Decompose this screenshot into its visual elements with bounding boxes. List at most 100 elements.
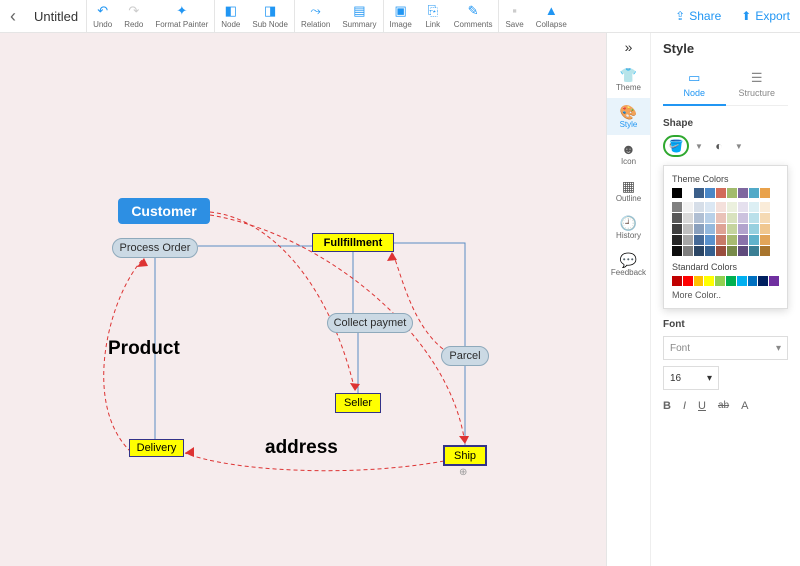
doc-title[interactable]: Untitled [26, 9, 86, 24]
node-process-order[interactable]: Process Order [112, 238, 198, 258]
color-swatch[interactable] [758, 276, 768, 286]
color-swatch[interactable] [694, 188, 704, 198]
color-swatch[interactable] [716, 213, 726, 223]
font-size-select[interactable]: 16▾ [663, 366, 719, 390]
color-swatch[interactable] [672, 202, 682, 212]
color-swatch[interactable] [738, 224, 748, 234]
color-swatch[interactable] [738, 188, 748, 198]
color-swatch[interactable] [672, 276, 682, 286]
italic-button[interactable]: I [683, 400, 686, 412]
label-product[interactable]: Product [108, 338, 180, 360]
add-child-handle[interactable]: ⊕ [459, 467, 467, 478]
color-swatch[interactable] [726, 276, 736, 286]
subnode-button[interactable]: ◨Sub Node [246, 0, 294, 33]
color-swatch[interactable] [748, 276, 758, 286]
color-swatch[interactable] [738, 202, 748, 212]
color-swatch[interactable] [704, 276, 714, 286]
rail-feedback[interactable]: 💬Feedback [607, 246, 651, 283]
color-swatch[interactable] [683, 213, 693, 223]
rail-icon[interactable]: ☻Icon [607, 135, 651, 172]
color-swatch[interactable] [760, 202, 770, 212]
save-button[interactable]: ▪Save [499, 0, 529, 33]
color-swatch[interactable] [694, 224, 704, 234]
rail-style[interactable]: 🎨Style [607, 98, 651, 135]
fill-color-button[interactable]: 🪣 [663, 135, 689, 157]
color-swatch[interactable] [672, 213, 682, 223]
collapse-button[interactable]: ▲Collapse [530, 0, 573, 33]
node-ship[interactable]: Ship [444, 446, 486, 465]
color-swatch[interactable] [749, 235, 759, 245]
font-family-select[interactable]: Font▾ [663, 336, 788, 360]
bold-button[interactable]: B [663, 400, 671, 412]
color-swatch[interactable] [716, 188, 726, 198]
color-swatch[interactable] [727, 246, 737, 256]
color-swatch[interactable] [760, 188, 770, 198]
color-swatch[interactable] [738, 213, 748, 223]
color-swatch[interactable] [694, 202, 704, 212]
color-swatch[interactable] [738, 246, 748, 256]
export-button[interactable]: ⬆Export [731, 9, 800, 23]
color-swatch[interactable] [749, 246, 759, 256]
color-swatch[interactable] [760, 235, 770, 245]
comments-button[interactable]: ✎Comments [448, 0, 499, 33]
rail-history[interactable]: 🕘History [607, 209, 651, 246]
label-address[interactable]: address [265, 437, 338, 459]
stroke-color-button[interactable]: ◐ [709, 137, 729, 155]
color-swatch[interactable] [727, 235, 737, 245]
color-swatch[interactable] [705, 202, 715, 212]
fill-caret-icon[interactable]: ▼ [695, 142, 703, 151]
color-swatch[interactable] [716, 224, 726, 234]
color-swatch[interactable] [737, 276, 747, 286]
color-swatch[interactable] [749, 213, 759, 223]
format-painter-button[interactable]: ✦Format Painter [149, 0, 214, 33]
panel-collapse-button[interactable]: » [607, 33, 650, 61]
text-color-button[interactable]: A [741, 400, 748, 412]
color-swatch[interactable] [694, 235, 704, 245]
node-collect-payment[interactable]: Collect paymet [327, 313, 413, 333]
redo-button[interactable]: ↷Redo [118, 0, 149, 33]
color-swatch[interactable] [683, 235, 693, 245]
summary-button[interactable]: ▤Summary [336, 0, 382, 33]
color-swatch[interactable] [727, 188, 737, 198]
color-swatch[interactable] [683, 202, 693, 212]
color-swatch[interactable] [716, 235, 726, 245]
tab-structure[interactable]: ☰Structure [726, 66, 789, 105]
more-color-button[interactable]: More Color.. [672, 290, 779, 300]
underline-button[interactable]: U [698, 400, 706, 412]
color-swatch[interactable] [727, 224, 737, 234]
share-button[interactable]: ⇪Share [665, 9, 731, 23]
color-swatch[interactable] [694, 276, 704, 286]
node-seller[interactable]: Seller [335, 393, 381, 413]
rail-theme[interactable]: 👕Theme [607, 61, 651, 98]
color-swatch[interactable] [760, 213, 770, 223]
rail-outline[interactable]: ▦Outline [607, 172, 651, 209]
node-delivery[interactable]: Delivery [129, 439, 184, 457]
color-swatch[interactable] [749, 202, 759, 212]
color-swatch[interactable] [672, 224, 682, 234]
color-swatch[interactable] [705, 246, 715, 256]
color-swatch[interactable] [683, 276, 693, 286]
node-fulfillment[interactable]: Fullfillment [312, 233, 394, 252]
color-swatch[interactable] [716, 202, 726, 212]
undo-button[interactable]: ↶Undo [87, 0, 118, 33]
back-button[interactable]: ‹ [0, 6, 26, 27]
color-swatch[interactable] [738, 235, 748, 245]
color-swatch[interactable] [749, 188, 759, 198]
color-swatch[interactable] [683, 188, 693, 198]
color-swatch[interactable] [705, 188, 715, 198]
color-swatch[interactable] [715, 276, 725, 286]
link-button[interactable]: ⎘Link [418, 0, 448, 33]
color-swatch[interactable] [672, 246, 682, 256]
color-swatch[interactable] [705, 235, 715, 245]
color-swatch[interactable] [727, 213, 737, 223]
stroke-caret-icon[interactable]: ▼ [735, 142, 743, 151]
color-swatch[interactable] [705, 213, 715, 223]
color-swatch[interactable] [672, 188, 682, 198]
color-swatch[interactable] [769, 276, 779, 286]
color-swatch[interactable] [672, 235, 682, 245]
node-button[interactable]: ◧Node [215, 0, 246, 33]
color-swatch[interactable] [694, 213, 704, 223]
strike-button[interactable]: ab [718, 400, 729, 412]
diagram-canvas[interactable]: Customer Process Order Fullfillment Coll… [0, 33, 606, 566]
color-swatch[interactable] [760, 224, 770, 234]
